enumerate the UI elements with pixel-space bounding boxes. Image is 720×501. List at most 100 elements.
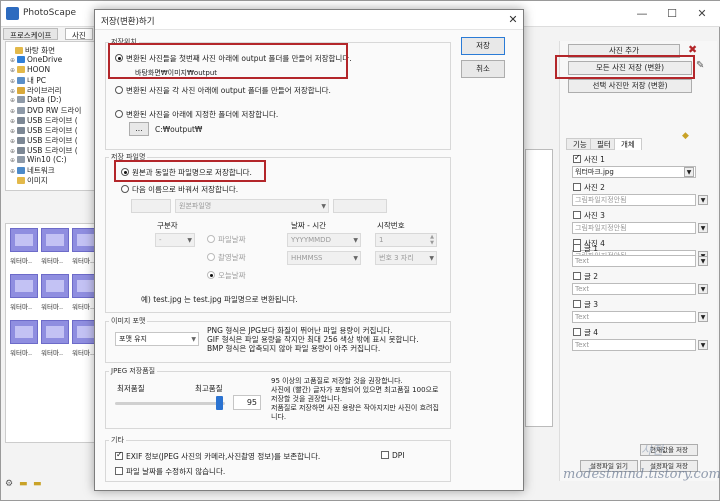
folder-up-icon[interactable]: ▬ [33,479,42,489]
chevron-down-icon[interactable]: ▼ [698,284,708,294]
text-field[interactable]: Text [572,339,696,351]
chevron-down-icon[interactable]: ▼ [698,195,708,205]
photo-thumbnail[interactable] [10,274,38,298]
tab-object[interactable]: 개체 [614,138,642,150]
expand-icon[interactable]: ⊕ [10,168,17,175]
photo-file-field[interactable]: 워터마크.jpg [572,166,696,178]
exif-option[interactable]: EXIF 정보(JPEG 사진의 카메라,사진촬영 정보)를 보존합니다. [115,450,320,462]
expand-icon[interactable]: ⊕ [10,78,17,85]
tree-item[interactable]: ⊕ USB 드라이브 ( [10,115,78,125]
radio-output-each[interactable] [115,86,123,94]
tab-photo[interactable]: 사진 [65,28,93,40]
text-field[interactable]: Text [572,283,696,295]
digits-select[interactable]: 번호 3 자리 ▼ [375,251,437,265]
tree-item[interactable]: ⊕ USB 드라이브 ( [10,135,78,145]
expand-icon[interactable]: ⊕ [10,118,17,125]
expand-icon[interactable]: ⊕ [10,108,17,115]
browse-button[interactable]: ... [129,122,149,136]
radio-specified[interactable] [115,110,123,118]
time-format-select[interactable]: HHMMSS ▼ [287,251,361,265]
text-checkbox[interactable] [573,328,581,336]
photo-thumbnail[interactable] [10,320,38,344]
radio-rename[interactable] [121,185,129,193]
start-num-stepper[interactable]: 1 ▲ ▼ [375,233,437,247]
text-slot-label[interactable]: 글 4 [573,327,598,338]
opt-rename[interactable]: 다음 이름으로 바꿔서 저장합니다. [121,184,238,195]
quality-slider-track[interactable] [115,402,225,405]
separator-select[interactable]: - ▼ [155,233,195,247]
quality-input[interactable]: 95 [233,395,261,410]
keep-date-option[interactable]: 파일 날짜를 수정하지 않습니다. [115,466,225,477]
tree-item[interactable]: 이미지 [10,175,48,185]
tree-item[interactable]: ⊕ 네트워크 [10,165,55,175]
opt-output-each[interactable]: 변환된 사진을 각 사진 아래에 output 폴더를 만들어 저장합니다. [115,85,331,96]
expand-icon[interactable]: ⊕ [10,57,17,64]
photo-thumbnail[interactable] [10,228,38,252]
photo-thumbnail[interactable] [41,320,69,344]
chevron-down-icon[interactable]: ▼ [698,312,708,322]
dialog-close-icon[interactable]: ✕ [505,12,521,28]
save-selected-button[interactable]: 선택 사진만 저장 (변환) [568,79,692,93]
save-button[interactable]: 저장 [461,37,505,55]
rename-select[interactable]: 원본파일명 ▼ [175,199,329,213]
photo-file-field[interactable]: 그림파일지정안됨 [572,194,696,206]
date-shot[interactable]: 촬영날짜 [207,252,246,263]
minimize-button[interactable]: — [627,5,657,23]
expand-icon[interactable]: ⊕ [10,138,17,145]
tree-item[interactable]: ⊕ Data (D:) [10,95,61,104]
photo-slot-label[interactable]: 사진 2 [573,182,605,193]
chevron-down-icon[interactable]: ▼ [684,167,694,177]
photo-thumbnail[interactable] [41,228,69,252]
date-format-select[interactable]: YYYYMMDD ▼ [287,233,361,247]
tree-item[interactable]: ⊕ 라이브러리 [10,85,62,95]
tree-item[interactable]: 바탕 화면 [8,45,55,55]
text-field[interactable]: Text [572,311,696,323]
tree-item[interactable]: ⊕ 내 PC [10,75,46,85]
text-slot-label[interactable]: 글 1 [573,243,598,254]
photo-checkbox[interactable] [573,183,581,191]
text-field[interactable]: Text [572,255,696,267]
text-slot-label[interactable]: 글 2 [573,271,598,282]
dpi-option[interactable]: DPI [381,451,405,460]
wrench-icon[interactable]: ✎ [696,60,704,71]
text-checkbox[interactable] [573,272,581,280]
expand-icon[interactable]: ⊕ [10,67,17,74]
folder-icon[interactable]: ▬ [19,479,28,489]
exif-checkbox[interactable] [115,450,123,460]
tree-item[interactable]: ⊕ Win10 (C:) [10,155,67,164]
keep-date-checkbox[interactable] [115,467,123,475]
chevron-down-icon[interactable]: ▼ [698,340,708,350]
tree-item[interactable]: ⊕ OneDrive [10,55,62,64]
tree-item[interactable]: ⊕ DVD RW 드라이 [10,105,81,115]
photo-open-icon[interactable]: ◆ [682,131,689,141]
expand-icon[interactable]: ⊕ [10,97,17,104]
zoom-out-icon[interactable]: ⚙ [5,479,13,489]
tab-photoscape[interactable]: 프로스케이프 [3,28,59,40]
photo-slot-label[interactable]: 사진 3 [573,210,605,221]
text-slot-label[interactable]: 글 3 [573,299,598,310]
photo-file-field[interactable]: 그림파일지정안됨 [572,222,696,234]
prefix-field[interactable] [131,199,171,213]
format-select[interactable]: 포맷 유지 ▼ [115,332,199,346]
close-button[interactable]: ✕ [687,5,717,23]
expand-icon[interactable]: ⊕ [10,128,17,135]
chevron-down-icon[interactable]: ▼ [698,223,708,233]
suffix-field[interactable] [333,199,387,213]
radio-shot-date[interactable] [207,253,215,261]
radio-today-date[interactable] [207,271,215,279]
photo-checkbox[interactable] [573,153,581,163]
dpi-checkbox[interactable] [381,451,389,459]
expand-icon[interactable]: ⊕ [10,148,17,155]
expand-icon[interactable]: ⊕ [10,157,17,164]
chevron-down-icon[interactable]: ▼ [698,256,708,266]
tree-item[interactable]: ⊕ HOON [10,65,50,74]
photo-slot-label[interactable]: 사진 1 [573,153,605,165]
expand-icon[interactable]: ⊕ [10,88,17,95]
stepper-arrows-icon[interactable]: ▲ ▼ [430,234,434,246]
text-checkbox[interactable] [573,300,581,308]
tree-item[interactable]: ⊕ USB 드라이브 ( [10,125,78,135]
date-today[interactable]: 오늘날짜 [207,270,246,281]
date-file[interactable]: 파일날짜 [207,234,246,245]
opt-specified[interactable]: 변환된 사진을 아래에 지정한 폴더에 저장합니다. [115,109,278,120]
tree-item[interactable]: ⊕ USB 드라이브 ( [10,145,78,155]
